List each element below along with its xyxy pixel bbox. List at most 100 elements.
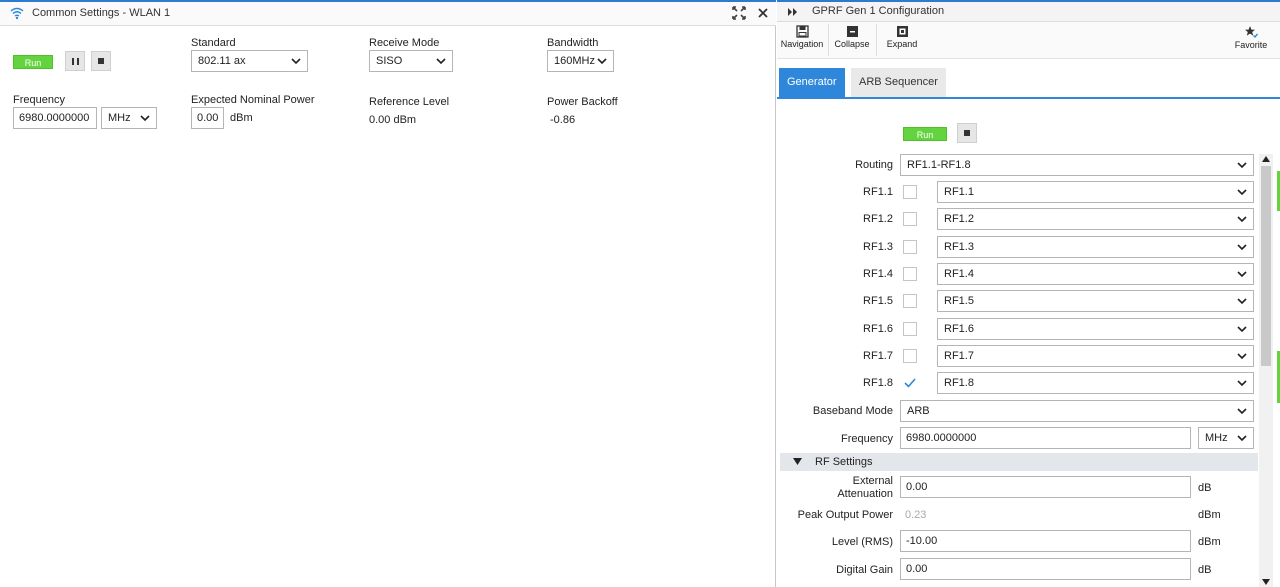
rf-port-select[interactable]: RF1.4 (937, 263, 1254, 285)
double-chevron-right-icon[interactable] (787, 6, 799, 18)
run-button[interactable]: Run (13, 55, 53, 69)
chevron-down-icon (1237, 216, 1247, 223)
rf-port-checkbox[interactable] (903, 349, 917, 363)
expand-icon (896, 26, 908, 37)
chevron-down-icon (1237, 298, 1247, 305)
level-rms-label: Level (RMS) (831, 536, 893, 548)
expand-label: Expand (886, 39, 918, 49)
external-attenuation-input[interactable]: 0.00 (900, 476, 1191, 498)
rf-settings-label: RF Settings (815, 456, 873, 468)
level-rms-unit: dBm (1198, 536, 1221, 548)
digital-gain-label: Digital Gain (836, 564, 893, 576)
chevron-down-icon (1237, 189, 1247, 196)
rf-port-select[interactable]: RF1.3 (937, 236, 1254, 258)
chevron-down-icon (1237, 353, 1247, 360)
rf-port-select-value: RF1.5 (944, 295, 974, 307)
external-attenuation-label-line2: Attenuation (837, 488, 893, 500)
rf-port-select-value: RF1.8 (944, 377, 974, 389)
rf-port-label: RF1.2 (863, 213, 893, 225)
frequency-input[interactable]: 6980.0000000 (13, 107, 97, 129)
pause-button[interactable] (65, 51, 85, 71)
bandwidth-select[interactable]: 160MHz (547, 50, 614, 72)
chevron-down-icon (436, 58, 446, 65)
close-icon[interactable] (756, 6, 770, 20)
power-backoff-label: Power Backoff (547, 96, 618, 108)
rf-port-checkbox[interactable] (903, 212, 917, 226)
chevron-down-icon (291, 58, 301, 65)
routing-select[interactable]: RF1.1-RF1.8 (900, 154, 1254, 176)
tab-generator[interactable]: Generator (779, 68, 845, 97)
rf-port-select-value: RF1.6 (944, 323, 974, 335)
rf-port-select[interactable]: RF1.8 (937, 372, 1254, 394)
standard-select[interactable]: 802.11 ax (191, 50, 308, 72)
gprf-config-header: GPRF Gen 1 Configuration (777, 0, 1280, 22)
generator-frequency-input[interactable]: 6980.0000000 (900, 427, 1191, 449)
generator-frequency-unit-value: MHz (1205, 432, 1228, 444)
rf-port-select[interactable]: RF1.2 (937, 208, 1254, 230)
receive-mode-label: Receive Mode (369, 37, 440, 49)
routing-label: Routing (855, 159, 893, 171)
expand-button[interactable]: Expand (878, 22, 926, 59)
navigation-label: Navigation (780, 39, 824, 49)
rf-port-checkbox[interactable] (903, 376, 917, 390)
power-backoff-value: -0.86 (550, 114, 576, 126)
chevron-down-icon (1237, 380, 1247, 387)
rf-port-checkbox[interactable] (903, 240, 917, 254)
baseband-mode-value: ARB (907, 405, 930, 417)
rf-port-select[interactable]: RF1.6 (937, 318, 1254, 340)
frequency-unit-select[interactable]: MHz (101, 107, 157, 129)
frequency-unit-value: MHz (108, 112, 131, 124)
rf-port-checkbox[interactable] (903, 185, 917, 199)
generator-content: Run Routing RF1.1-RF1.8 RF1.1 RF1.1 RF1.2 R… (777, 99, 1280, 587)
rf-port-label: RF1.7 (863, 350, 893, 362)
rf-port-checkbox[interactable] (903, 322, 917, 336)
collapse-icon (846, 26, 858, 37)
scroll-down-icon[interactable] (1262, 579, 1270, 585)
rf-port-select[interactable]: RF1.1 (937, 181, 1254, 203)
reference-level-value: 0.00 dBm (369, 114, 417, 126)
level-rms-input[interactable]: -10.00 (900, 530, 1191, 552)
rf-port-label: RF1.3 (863, 241, 893, 253)
rf-port-checkbox[interactable] (903, 267, 917, 281)
rf-port-select-value: RF1.2 (944, 213, 974, 225)
rf-settings-section-header[interactable]: RF Settings (780, 453, 1258, 471)
chevron-down-icon (597, 58, 607, 65)
rf-port-select[interactable]: RF1.5 (937, 290, 1254, 312)
favorite-button[interactable]: Favorite (1228, 22, 1274, 59)
external-attenuation-unit: dB (1198, 482, 1212, 494)
receive-mode-select[interactable]: SISO (369, 50, 453, 72)
digital-gain-unit: dB (1198, 564, 1212, 576)
rf-port-checkbox[interactable] (903, 294, 917, 308)
undock-icon[interactable] (731, 5, 747, 21)
peak-output-power-value: 0.23 (905, 509, 927, 521)
stop-icon (98, 58, 104, 64)
expected-power-input[interactable]: 0.00 (191, 107, 224, 129)
save-icon (795, 25, 809, 38)
generator-run-button[interactable]: Run (903, 127, 947, 141)
scroll-up-icon[interactable] (1262, 156, 1270, 162)
toolbar-divider (828, 24, 829, 56)
rf-port-label: RF1.1 (863, 186, 893, 198)
external-attenuation-label-line1: External (852, 475, 893, 487)
pause-icon (71, 57, 79, 65)
baseband-mode-label: Baseband Mode (812, 405, 893, 417)
scrollbar-thumb[interactable] (1261, 166, 1271, 366)
tab-arb-sequencer[interactable]: ARB Sequencer (851, 68, 946, 97)
common-settings-panel: Common Settings - WLAN 1 Run Standard 80… (0, 0, 776, 587)
collapse-button[interactable]: Collapse (830, 22, 874, 59)
chevron-down-icon (1237, 408, 1247, 415)
navigation-button[interactable]: Navigation (777, 22, 827, 59)
digital-gain-input[interactable]: 0.00 (900, 558, 1191, 580)
baseband-mode-select[interactable]: ARB (900, 400, 1254, 422)
rf-port-select[interactable]: RF1.7 (937, 345, 1254, 367)
common-settings-title: Common Settings - WLAN 1 (32, 7, 171, 19)
rf-port-select-value: RF1.1 (944, 186, 974, 198)
vertical-scrollbar[interactable] (1259, 154, 1273, 587)
triangle-down-icon (793, 458, 802, 465)
gprf-config-title: GPRF Gen 1 Configuration (812, 5, 945, 17)
stop-button[interactable] (91, 51, 111, 71)
generator-stop-button[interactable] (957, 123, 977, 143)
peak-output-power-label: Peak Output Power (797, 509, 893, 521)
generator-frequency-label: Frequency (841, 433, 893, 445)
generator-frequency-unit-select[interactable]: MHz (1198, 427, 1254, 449)
